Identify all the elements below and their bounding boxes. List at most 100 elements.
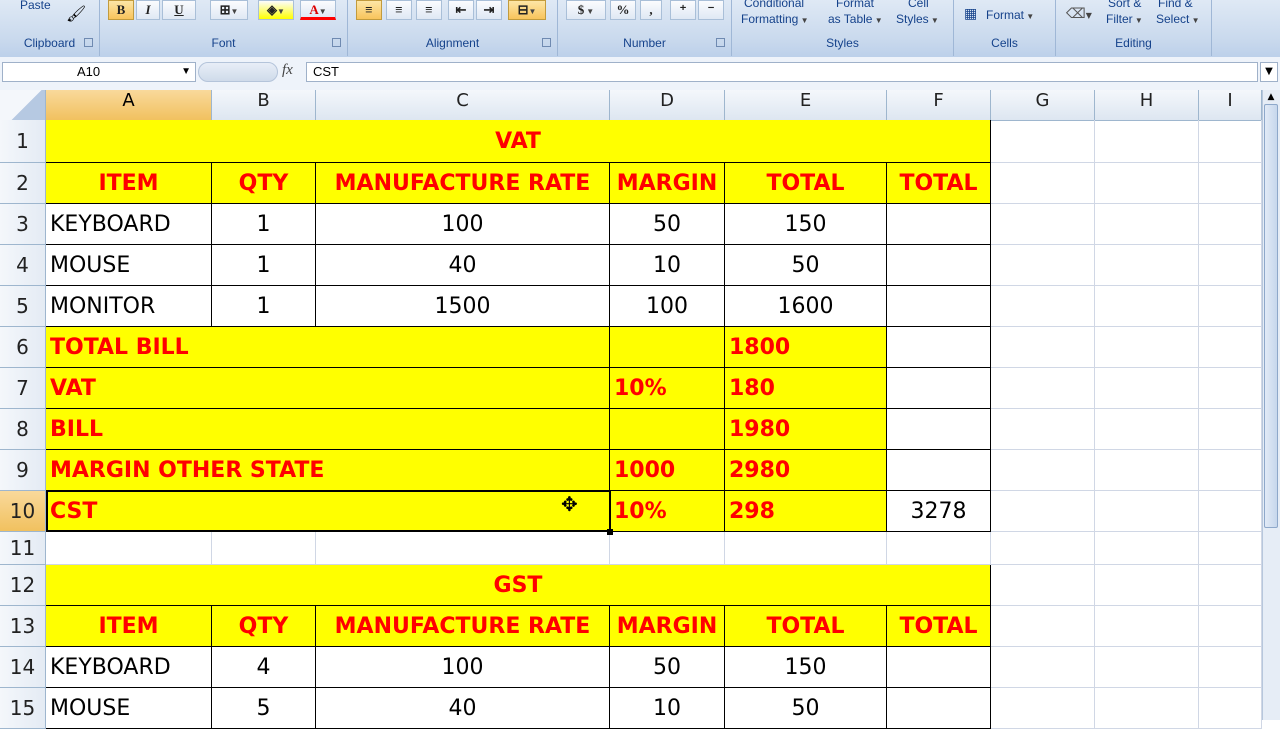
format-button[interactable]: Format ▼ xyxy=(986,8,1034,22)
column-header-f[interactable]: F xyxy=(887,90,991,120)
cell-empty[interactable] xyxy=(887,532,991,565)
cell-empty[interactable] xyxy=(991,450,1095,491)
summary-label-cell[interactable]: MARGIN OTHER STATE xyxy=(46,450,610,491)
percent-button[interactable]: % xyxy=(610,0,636,20)
align-right-icon[interactable]: ≡ xyxy=(416,0,442,20)
header-cell[interactable]: QTY xyxy=(212,163,316,204)
cell-empty[interactable] xyxy=(991,163,1095,204)
summary-e-cell[interactable]: 2980 xyxy=(725,450,887,491)
summary-label-cell[interactable]: VAT xyxy=(46,368,610,409)
conditional-formatting-line1[interactable]: Conditional xyxy=(744,0,804,10)
cell-empty[interactable] xyxy=(1095,120,1199,163)
scroll-up-icon[interactable]: ▲ xyxy=(1263,92,1279,104)
column-header-e[interactable]: E xyxy=(725,90,887,120)
select-all-corner[interactable] xyxy=(0,90,46,120)
column-header-d[interactable]: D xyxy=(610,90,725,120)
cell-empty[interactable] xyxy=(991,245,1095,286)
alignment-launcher-icon[interactable]: . xyxy=(542,38,551,47)
empty-total-cell[interactable] xyxy=(887,688,991,729)
format-painter-icon[interactable]: 🖌 xyxy=(66,4,86,23)
row-header-11[interactable]: 11 xyxy=(0,532,46,565)
cell-empty[interactable] xyxy=(1199,409,1262,450)
data-cell[interactable]: 1 xyxy=(212,286,316,327)
cell-empty[interactable] xyxy=(1095,245,1199,286)
cell-empty[interactable] xyxy=(991,491,1095,532)
data-cell[interactable]: 150 xyxy=(725,647,887,688)
summary-f-cell[interactable] xyxy=(887,450,991,491)
cell-empty[interactable] xyxy=(610,532,725,565)
row-header-10[interactable]: 10 xyxy=(0,491,46,532)
cell-empty[interactable] xyxy=(991,565,1095,606)
cell-empty[interactable] xyxy=(725,532,887,565)
cell-empty[interactable] xyxy=(1199,491,1262,532)
row-header-3[interactable]: 3 xyxy=(0,204,46,245)
empty-total-cell[interactable] xyxy=(887,204,991,245)
data-cell[interactable]: MOUSE xyxy=(46,245,212,286)
data-cell[interactable]: 100 xyxy=(316,204,610,245)
data-cell[interactable]: 40 xyxy=(316,688,610,729)
data-cell[interactable]: 100 xyxy=(610,286,725,327)
empty-total-cell[interactable] xyxy=(887,647,991,688)
data-cell[interactable]: 1 xyxy=(212,204,316,245)
data-cell[interactable]: 50 xyxy=(610,204,725,245)
header-cell[interactable]: QTY xyxy=(212,606,316,647)
cell-empty[interactable] xyxy=(1199,120,1262,163)
column-header-c[interactable]: C xyxy=(316,90,610,120)
cell-empty[interactable] xyxy=(1199,532,1262,565)
column-header-i[interactable]: I xyxy=(1199,90,1262,120)
decrease-indent-icon[interactable]: ⇤ xyxy=(448,0,474,20)
summary-f-cell[interactable] xyxy=(887,368,991,409)
summary-f-cell[interactable]: 3278 xyxy=(887,491,991,532)
summary-e-cell[interactable]: 298 xyxy=(725,491,887,532)
sort-filter-line1[interactable]: Sort & xyxy=(1108,0,1141,10)
row-header-6[interactable]: 6 xyxy=(0,327,46,368)
column-header-g[interactable]: G xyxy=(991,90,1095,120)
font-launcher-icon[interactable]: . xyxy=(332,38,341,47)
data-cell[interactable]: 1500 xyxy=(316,286,610,327)
data-cell[interactable]: 10 xyxy=(610,245,725,286)
worksheet-grid[interactable]: A B C D E F G H I 1 2 3 4 5 6 7 8 9 10 11 12 13 14 15 VAT ITEM QTY… xyxy=(0,90,1262,729)
row-header-14[interactable]: 14 xyxy=(0,647,46,688)
column-header-h[interactable]: H xyxy=(1095,90,1199,120)
data-cell[interactable]: 1 xyxy=(212,245,316,286)
summary-label-cell[interactable]: BILL xyxy=(46,409,610,450)
decrease-decimal-icon[interactable]: ⁻ xyxy=(698,0,724,20)
summary-e-cell[interactable]: 180 xyxy=(725,368,887,409)
cell-empty[interactable] xyxy=(1199,688,1262,729)
fill-handle[interactable] xyxy=(607,529,613,535)
cell-empty[interactable] xyxy=(991,286,1095,327)
row-header-5[interactable]: 5 xyxy=(0,286,46,327)
cell-styles-line1[interactable]: Cell xyxy=(908,0,929,10)
clear-eraser-icon[interactable]: ⌫▼ xyxy=(1066,6,1092,22)
cell-empty[interactable] xyxy=(991,120,1095,163)
cell-empty[interactable] xyxy=(1199,647,1262,688)
cell-empty[interactable] xyxy=(1199,245,1262,286)
find-select-button[interactable]: Select ▼ xyxy=(1156,12,1200,26)
empty-total-cell[interactable] xyxy=(887,245,991,286)
cell-empty[interactable] xyxy=(1199,606,1262,647)
number-launcher-icon[interactable]: . xyxy=(716,38,725,47)
data-cell[interactable]: KEYBOARD xyxy=(46,204,212,245)
cell-styles-button[interactable]: Styles ▼ xyxy=(896,12,939,26)
cell-empty[interactable] xyxy=(991,204,1095,245)
data-cell[interactable]: 50 xyxy=(725,245,887,286)
row-header-15[interactable]: 15 xyxy=(0,688,46,729)
cell-empty[interactable] xyxy=(212,532,316,565)
increase-indent-icon[interactable]: ⇥ xyxy=(476,0,502,20)
cell-empty[interactable] xyxy=(1095,606,1199,647)
row-header-2[interactable]: 2 xyxy=(0,163,46,204)
cell-empty[interactable] xyxy=(1095,688,1199,729)
header-cell[interactable]: MARGIN xyxy=(610,606,725,647)
name-box[interactable]: A10 ▼ xyxy=(2,62,196,82)
gst-title-cell[interactable]: GST xyxy=(46,565,991,606)
column-header-a[interactable]: A xyxy=(46,90,212,120)
row-header-4[interactable]: 4 xyxy=(0,245,46,286)
italic-button[interactable]: I xyxy=(136,0,160,20)
cell-empty[interactable] xyxy=(991,647,1095,688)
cell-empty[interactable] xyxy=(1199,368,1262,409)
vat-title-cell[interactable]: VAT xyxy=(46,120,991,163)
header-cell[interactable]: TOTAL xyxy=(887,163,991,204)
data-cell[interactable]: 1600 xyxy=(725,286,887,327)
summary-d-cell[interactable] xyxy=(610,327,725,368)
borders-icon[interactable]: ⊞▼ xyxy=(210,0,248,20)
